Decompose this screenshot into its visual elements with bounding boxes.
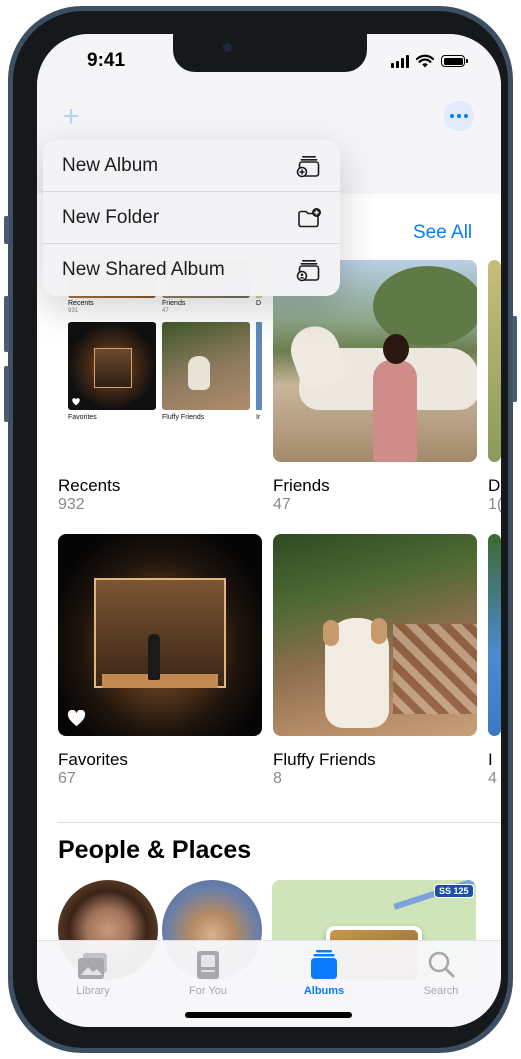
mini-album-name: Favorites [68, 414, 97, 421]
menu-item-new-folder[interactable]: New Folder [43, 192, 340, 244]
album-name: Fluffy Friends [273, 750, 376, 769]
mini-album-name: Friends [162, 300, 186, 307]
shared-album-icon [296, 260, 320, 282]
cellular-signal-icon [391, 54, 409, 68]
mini-album-name: Fluffy Friends [162, 414, 205, 421]
map-badge: SS 125 [434, 884, 474, 898]
notch [173, 34, 367, 72]
album-partial-i[interactable]: I 4 [488, 534, 501, 794]
plus-icon: + [62, 100, 80, 133]
menu-item-new-shared-album[interactable]: New Shared Album [43, 244, 340, 296]
power-button [512, 316, 517, 402]
section-divider [57, 822, 501, 823]
tab-albums[interactable]: Albums [274, 949, 374, 997]
status-icons [391, 54, 468, 68]
album-stack-plus-icon [296, 155, 320, 177]
tab-label: Library [76, 985, 110, 997]
screen: 9:41 + New Album New Folder New Shared A… [37, 34, 501, 1027]
album-count: 47 [273, 496, 291, 513]
person [373, 360, 417, 462]
person [148, 634, 160, 680]
mini-photo [162, 322, 250, 410]
see-all-link[interactable]: See All [413, 222, 472, 244]
tree [373, 266, 477, 346]
add-menu: New Album New Folder New Shared Album [43, 140, 340, 296]
heart-icon [67, 710, 86, 727]
tab-label: Albums [303, 985, 345, 997]
menu-item-new-album[interactable]: New Album [43, 140, 340, 192]
mini-photo [68, 322, 156, 410]
menu-item-label: New Album [62, 154, 159, 176]
home-indicator[interactable] [185, 1012, 352, 1018]
map-badge-label: SS 125 [439, 886, 469, 896]
search-icon [428, 951, 455, 978]
mini-room [94, 348, 132, 388]
menu-item-label: New Shared Album [62, 259, 225, 280]
stage-floor [102, 674, 218, 688]
tab-library[interactable]: Library [43, 949, 143, 997]
mini-album-name: D [256, 300, 262, 307]
album-thumbnail [273, 534, 477, 736]
volume-down-button [4, 366, 9, 422]
album-thumbnail [488, 534, 501, 736]
tab-for-you[interactable]: For You [158, 949, 258, 997]
album-thumbnail [488, 260, 501, 462]
ellipsis-icon [450, 114, 454, 118]
section-title-people-places: People & Places [58, 836, 252, 864]
stage-room [94, 578, 226, 688]
wall-tiles [393, 624, 477, 714]
dog-ear [323, 620, 339, 646]
album-count: 67 [58, 770, 76, 787]
library-photos-icon [78, 953, 107, 979]
tab-label: Search [423, 985, 459, 997]
person-head [383, 334, 409, 364]
tab-search[interactable]: Search [391, 949, 491, 997]
album-partial-d[interactable]: D 1( [488, 260, 501, 520]
mini-dog [188, 356, 210, 390]
more-button[interactable] [444, 101, 474, 131]
album-count: 4 [488, 770, 497, 787]
dog-ear [371, 618, 387, 644]
album-name: D [488, 476, 501, 495]
action-button [4, 216, 9, 244]
album-count: 8 [273, 770, 282, 787]
add-button[interactable]: + [59, 102, 83, 132]
album-name: Recents [58, 476, 121, 495]
album-count: 1( [488, 496, 501, 513]
mini-album-name: Ir [256, 414, 261, 421]
mini-photo [256, 322, 262, 410]
album-thumbnail [58, 534, 262, 736]
battery-icon [441, 55, 468, 67]
menu-item-label: New Folder [62, 206, 160, 228]
mini-album-name: Recents [68, 300, 94, 307]
album-name: Favorites [58, 750, 128, 769]
volume-up-button [4, 296, 9, 352]
album-name: I [488, 750, 493, 769]
album-count: 932 [58, 496, 85, 513]
mini-album-count: 47 [162, 308, 169, 314]
folder-plus-icon [298, 207, 321, 227]
mini-album-count: 931 [68, 308, 79, 314]
heart-icon [72, 398, 80, 406]
for-you-icon [197, 951, 219, 979]
wifi-icon [416, 54, 434, 68]
albums-icon [311, 950, 337, 979]
status-time: 9:41 [87, 50, 126, 71]
album-name: Friends [273, 476, 330, 495]
tab-label: For You [189, 985, 227, 997]
